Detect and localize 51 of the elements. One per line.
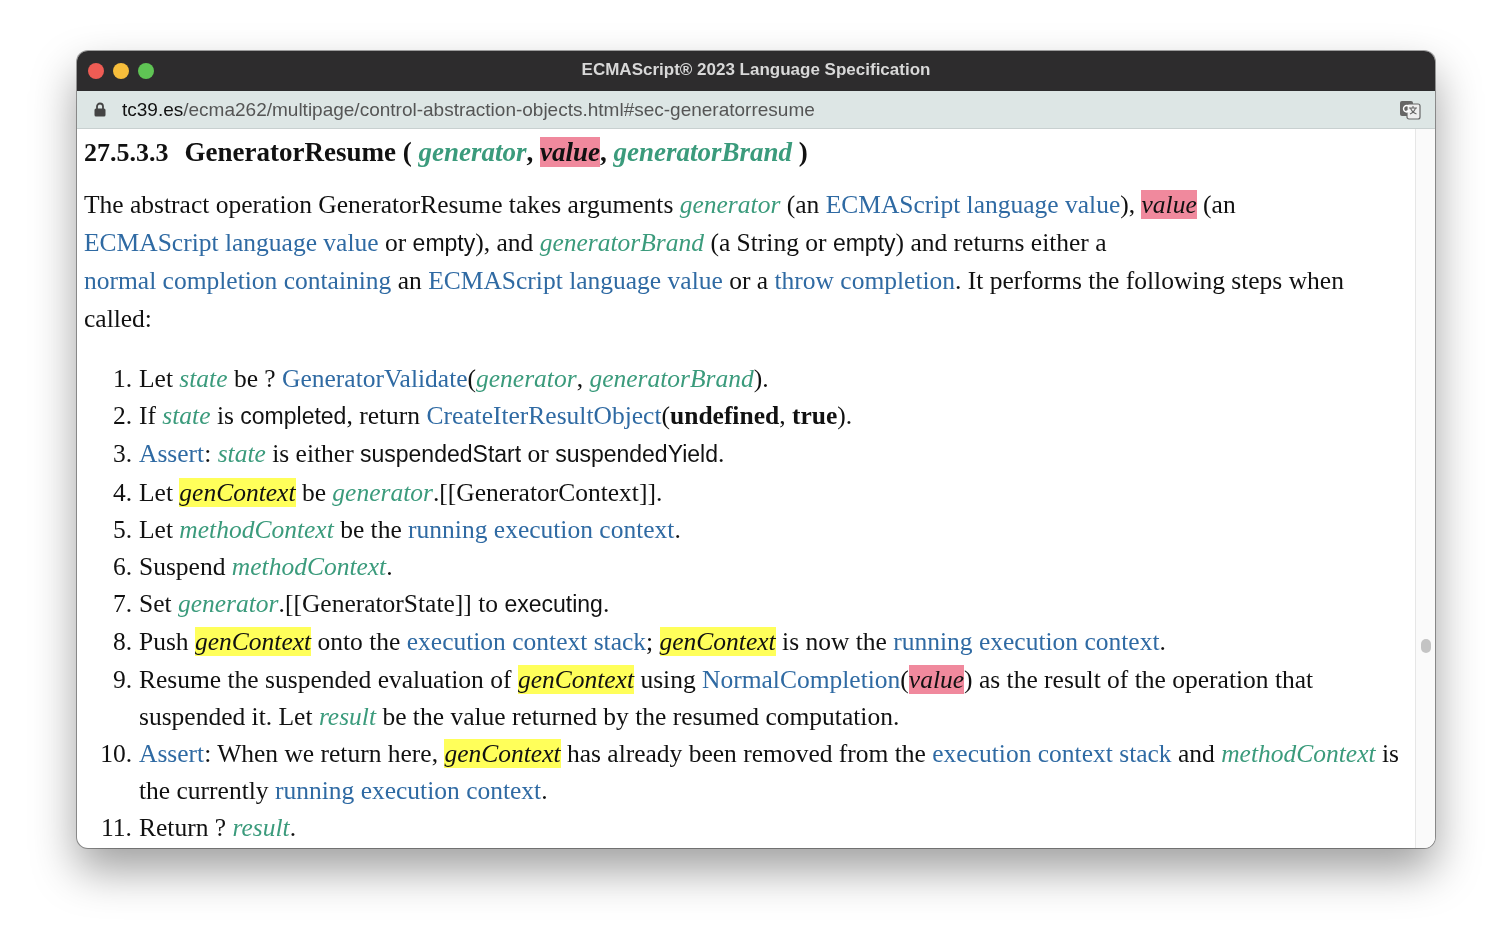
step-number: 6. bbox=[111, 551, 132, 583]
window-title: ECMAScript® 2023 Language Specification bbox=[581, 60, 931, 80]
section-heading: GeneratorResume ( generator, value, generatorBrand ) bbox=[184, 137, 808, 168]
link[interactable]: Assert bbox=[139, 439, 205, 469]
step-number: 8. bbox=[111, 626, 132, 659]
link[interactable]: CreateIterResultObject bbox=[426, 401, 662, 431]
step-number: 1. bbox=[111, 363, 132, 395]
step-number: 5. bbox=[111, 513, 132, 546]
link[interactable]: Assert bbox=[139, 739, 205, 769]
lock-icon bbox=[94, 102, 106, 117]
link[interactable]: running execution context bbox=[408, 514, 675, 544]
step-number: 7. bbox=[111, 588, 132, 621]
translate-icon[interactable] bbox=[1399, 99, 1421, 120]
paragraph: The abstract operation GeneratorResume takes arguments generator (an ECMAScript language value), value (an ECMAScript language value or empty), and generatorBrand (a String or empty) and returns either a normal completion containing an ECMAScript language value or a throw completion. It performs the following steps when called: bbox=[84, 189, 1345, 335]
link[interactable]: GeneratorValidate bbox=[282, 364, 468, 393]
highlighted-variable[interactable]: genContext bbox=[179, 477, 296, 507]
link[interactable]: NormalCompletion bbox=[702, 664, 901, 694]
highlighted-variable[interactable]: value bbox=[539, 137, 600, 167]
link[interactable]: normal completion containing bbox=[84, 266, 392, 295]
step-text: If state is completed, return CreateIterResultObject(undefined, true). bbox=[139, 400, 854, 433]
link[interactable]: running execution context bbox=[893, 627, 1160, 657]
close-button[interactable] bbox=[88, 63, 104, 79]
step-text: Assert: state is either suspendedStart or suspendedYield. bbox=[139, 438, 726, 471]
highlighted-variable[interactable]: value bbox=[908, 664, 965, 694]
link[interactable]: ECMAScript language value bbox=[825, 190, 1121, 219]
step-number: 4. bbox=[111, 476, 132, 509]
url-text[interactable]: tc39.es/ecma262/multipage/control-abstraction-objects.html#sec-generatorresume bbox=[122, 98, 1383, 121]
zoom-button[interactable] bbox=[138, 63, 154, 79]
step-text: Let methodContext be the running execution context. bbox=[139, 513, 682, 546]
highlighted-variable[interactable]: value bbox=[1141, 190, 1197, 219]
step-text: Return ? result. bbox=[139, 812, 297, 845]
step-text: Set generator.[[GeneratorState]] to executing. bbox=[139, 588, 611, 621]
step-text: Let state be ? GeneratorValidate(generator, generatorBrand). bbox=[139, 363, 770, 395]
link[interactable]: throw completion bbox=[774, 266, 956, 295]
link[interactable]: execution context stack bbox=[406, 627, 647, 657]
step-number: 3. bbox=[111, 438, 132, 471]
highlighted-variable[interactable]: genContext bbox=[444, 739, 561, 769]
link[interactable]: running execution context bbox=[274, 776, 542, 806]
minimize-button[interactable] bbox=[113, 63, 129, 79]
step-text: Assert: When we return here, genContext has already been removed from the execution context stack and methodContext is the currently running execution context. bbox=[139, 738, 1400, 808]
link[interactable]: execution context stack bbox=[932, 739, 1172, 769]
step-text: Suspend methodContext. bbox=[139, 551, 394, 583]
step-text: Let genContext be generator.[[GeneratorContext]]. bbox=[139, 476, 664, 509]
step-number: 10. bbox=[99, 738, 132, 771]
step-number: 9. bbox=[111, 663, 132, 696]
link[interactable]: ECMAScript language value bbox=[84, 227, 379, 257]
section-number: 27.5.3.3 bbox=[84, 138, 169, 168]
scrollbar[interactable] bbox=[1415, 129, 1435, 848]
step-number: 11. bbox=[100, 812, 132, 845]
link[interactable]: ECMAScript language value bbox=[428, 266, 723, 295]
step-number: 2. bbox=[111, 400, 132, 433]
